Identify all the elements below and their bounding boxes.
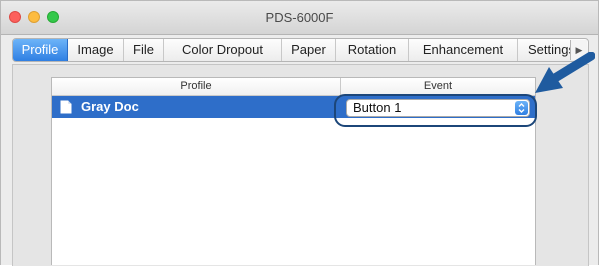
tab-image[interactable]: Image: [68, 39, 124, 61]
tab-rotation[interactable]: Rotation: [336, 39, 409, 61]
title-bar: PDS-6000F: [1, 1, 598, 35]
document-icon: [60, 100, 72, 114]
column-header-profile[interactable]: Profile: [52, 78, 341, 95]
tab-enhancement[interactable]: Enhancement: [409, 39, 518, 61]
tab-file[interactable]: File: [124, 39, 164, 61]
column-header-event[interactable]: Event: [341, 78, 535, 95]
window-title: PDS-6000F: [265, 10, 334, 25]
highlight-callout: [334, 94, 537, 127]
tab-paper[interactable]: Paper: [282, 39, 336, 61]
tab-bar: Profile Image File Color Dropout Paper R…: [12, 38, 589, 62]
profile-name: Gray Doc: [81, 99, 139, 114]
tab-profile[interactable]: Profile: [13, 39, 68, 61]
tab-color-dropout[interactable]: Color Dropout: [164, 39, 282, 61]
pointer-arrow-icon: [535, 52, 595, 93]
